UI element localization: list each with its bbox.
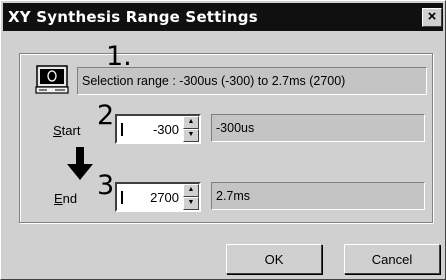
end-spin-arrows[interactable]: ▲ ▼ <box>183 184 199 210</box>
start-up-arrow-icon[interactable]: ▲ <box>183 116 199 129</box>
window-title: XY Synthesis Range Settings <box>8 8 258 26</box>
start-spin-arrows[interactable]: ▲ ▼ <box>183 116 199 142</box>
start-label-accel: S <box>53 123 62 138</box>
ok-button[interactable]: OK <box>226 244 322 274</box>
title-bar[interactable]: XY Synthesis Range Settings × <box>3 3 443 31</box>
end-down-arrow-icon[interactable]: ▼ <box>183 197 199 210</box>
end-input[interactable] <box>121 187 181 207</box>
close-button[interactable]: × <box>422 8 442 27</box>
start-input[interactable] <box>121 119 181 139</box>
end-spinbox[interactable]: ▲ ▼ <box>115 182 201 212</box>
end-label: End <box>54 191 77 206</box>
start-down-arrow-icon[interactable]: ▼ <box>183 129 199 142</box>
end-display: 2.7ms <box>211 182 425 210</box>
start-label: Start <box>53 123 80 138</box>
start-label-rest: tart <box>61 123 81 138</box>
dialog-window: XY Synthesis Range Settings × 1. Selecti… <box>0 0 446 280</box>
end-label-rest: nd <box>62 191 78 206</box>
step-number-1: 1. <box>106 41 132 72</box>
down-arrow-icon <box>67 147 93 180</box>
end-up-arrow-icon[interactable]: ▲ <box>183 184 199 197</box>
start-spinbox[interactable]: ▲ ▼ <box>115 114 201 144</box>
selection-range-text: Selection range : -300us (-300) to 2.7ms… <box>77 67 427 95</box>
start-display: -300us <box>211 114 425 142</box>
monitor-icon <box>35 65 69 94</box>
cancel-button[interactable]: Cancel <box>344 244 440 274</box>
end-label-accel: E <box>54 191 63 206</box>
